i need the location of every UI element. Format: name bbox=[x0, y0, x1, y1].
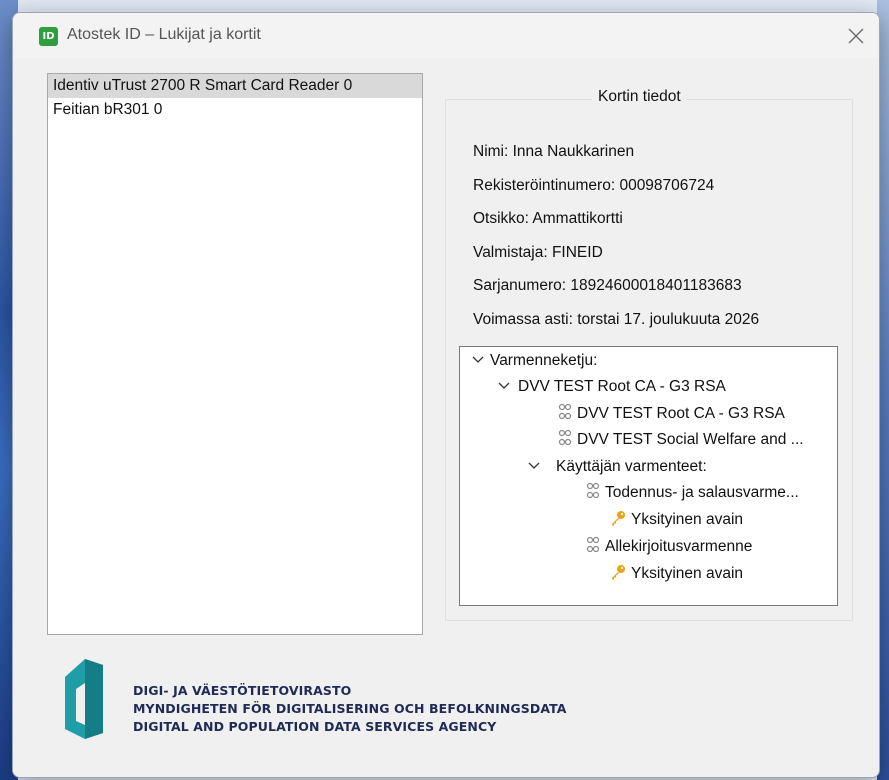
title-bar[interactable]: ID Atostek ID – Lukijat ja kortit bbox=[13, 13, 879, 59]
chevron-down-icon[interactable] bbox=[528, 459, 540, 471]
window-title: Atostek ID – Lukijat ja kortit bbox=[67, 26, 261, 43]
card-serial-number: Sarjanumero: 18924600018401183683 bbox=[473, 277, 742, 294]
key-icon bbox=[612, 565, 625, 580]
card-manufacturer: Valmistaja: FINEID bbox=[473, 244, 603, 261]
tree-node-sub-ca[interactable]: DVV TEST Social Welfare and ... bbox=[558, 428, 804, 452]
footer-agency-fi: DIGI- JA VÄESTÖTIETOVIRASTO bbox=[133, 683, 352, 698]
tree-node-ca[interactable]: DVV TEST Root CA - G3 RSA bbox=[498, 375, 726, 399]
tree-node-chain[interactable]: Varmenneketju: bbox=[472, 349, 597, 373]
close-icon bbox=[848, 28, 864, 44]
card-info-legend: Kortin tiedot bbox=[592, 88, 687, 106]
tree-auth-cert-label: Todennus- ja salausvarme... bbox=[605, 484, 799, 501]
card-valid-until: Voimassa asti: torstai 17. joulukuuta 20… bbox=[473, 311, 760, 328]
reader-item-identiv[interactable]: Identiv uTrust 2700 R Smart Card Reader … bbox=[48, 74, 422, 98]
tree-user-certs-label: Käyttäjän varmenteet: bbox=[556, 458, 707, 475]
reader-list[interactable]: Identiv uTrust 2700 R Smart Card Reader … bbox=[47, 73, 423, 635]
tree-ca-cert-label: DVV TEST Root CA - G3 RSA bbox=[577, 405, 785, 422]
tree-node-user-certs[interactable]: Käyttäjän varmenteet: bbox=[528, 455, 707, 479]
tree-node-auth-cert[interactable]: Todennus- ja salausvarme... bbox=[586, 481, 799, 505]
card-name: Nimi: Inna Naukkarinen bbox=[473, 143, 635, 160]
card-registration-number: Rekisteröintinumero: 00098706724 bbox=[473, 177, 715, 194]
tree-chain-label: Varmenneketju: bbox=[490, 352, 598, 369]
tree-sign-key-label: Yksityinen avain bbox=[631, 565, 744, 582]
tree-node-sign-cert[interactable]: Allekirjoitusvarmenne bbox=[586, 535, 752, 559]
app-window: ID Atostek ID – Lukijat ja kortit Identi… bbox=[12, 12, 880, 778]
card-title: Otsikko: Ammattikortti bbox=[473, 210, 623, 227]
certificate-icon bbox=[586, 482, 600, 499]
tree-node-ca-cert[interactable]: DVV TEST Root CA - G3 RSA bbox=[558, 402, 785, 426]
tree-node-sign-key[interactable]: Yksityinen avain bbox=[610, 562, 743, 586]
dvv-logo bbox=[65, 659, 103, 739]
close-button[interactable] bbox=[833, 13, 879, 59]
tree-auth-key-label: Yksityinen avain bbox=[631, 511, 744, 528]
key-icon bbox=[612, 511, 625, 526]
chevron-down-icon[interactable] bbox=[498, 379, 510, 391]
reader-item-feitian[interactable]: Feitian bR301 0 bbox=[48, 98, 422, 122]
tree-sub-ca-label: DVV TEST Social Welfare and ... bbox=[577, 431, 804, 448]
chevron-down-icon[interactable] bbox=[472, 353, 484, 365]
footer-agency-en: DIGITAL AND POPULATION DATA SERVICES AGE… bbox=[133, 719, 497, 734]
certificate-icon bbox=[558, 429, 572, 446]
tree-sign-cert-label: Allekirjoitusvarmenne bbox=[605, 538, 753, 555]
certificate-icon bbox=[586, 536, 600, 553]
app-icon: ID bbox=[39, 27, 58, 46]
footer-agency-sv: MYNDIGHETEN FÖR DIGITALISERING OCH BEFOL… bbox=[133, 701, 567, 716]
tree-node-auth-key[interactable]: Yksityinen avain bbox=[610, 508, 743, 532]
tree-ca-label: DVV TEST Root CA - G3 RSA bbox=[518, 378, 726, 395]
certificate-icon bbox=[558, 403, 572, 420]
certificate-tree[interactable]: Varmenneketju: DVV TEST Root CA - G3 RSA… bbox=[459, 346, 838, 606]
